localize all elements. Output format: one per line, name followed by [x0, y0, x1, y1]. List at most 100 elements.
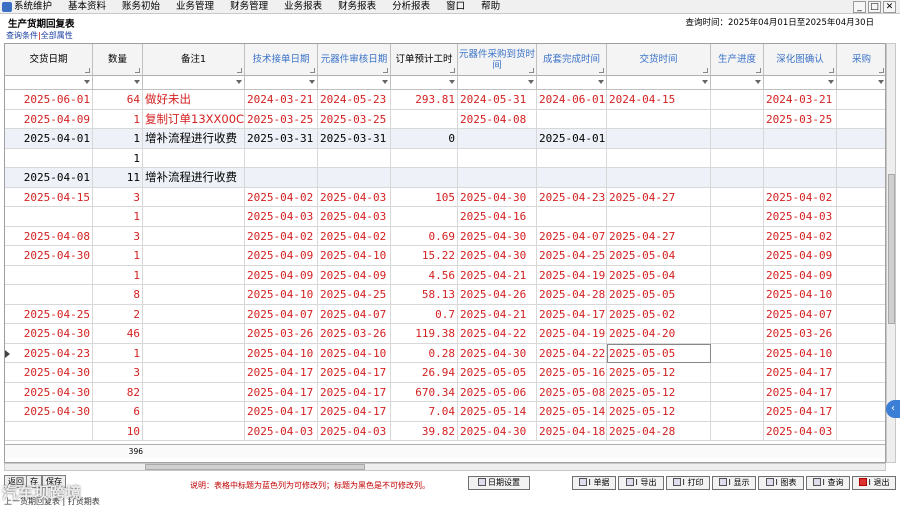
table-row[interactable]: 2025-04-15 3 2025-04-02 2025-04-03 105 2025-0… [5, 187, 885, 207]
cell-production-progress[interactable] [711, 90, 764, 110]
table-row[interactable]: 2025-04-01 11 增补流程进行收费 [5, 168, 885, 188]
cell-remark1[interactable]: 复制订单13XX00C [143, 109, 245, 129]
column-header-tech-order-date[interactable]: 技术接单日期 [245, 44, 318, 76]
cell-assembly-done-time[interactable]: 2025-04-19 [537, 324, 607, 344]
cell-component-arrival-time[interactable]: 2025-04-30 [458, 246, 537, 266]
cell-component-review-date[interactable]: 2025-04-10 [318, 246, 391, 266]
column-header-purchase[interactable]: 采购 [837, 44, 885, 76]
cell-production-progress[interactable] [711, 382, 764, 402]
cell-component-arrival-time[interactable]: 2025-04-21 [458, 304, 537, 324]
cell-production-progress[interactable] [711, 265, 764, 285]
cell-remark1[interactable] [143, 265, 245, 285]
cell-delivery-date[interactable]: 2025-04-01 [5, 129, 93, 149]
cell-delivery-date[interactable]: 2025-04-01 [5, 168, 93, 188]
cell-component-arrival-time[interactable]: 2024-05-31 [458, 90, 537, 110]
cell-est-work-hours[interactable]: 0 [391, 129, 458, 149]
cell-purchase[interactable] [837, 402, 885, 422]
cell-production-progress[interactable] [711, 363, 764, 383]
table-row[interactable]: 2025-04-08 3 2025-04-02 2025-04-02 0.69 2025-… [5, 226, 885, 246]
cell-component-review-date[interactable] [318, 168, 391, 188]
cell-assembly-done-time[interactable] [537, 168, 607, 188]
cell-drawing-confirm[interactable]: 2025-04-10 [764, 285, 837, 305]
cell-component-arrival-time[interactable]: 2025-04-30 [458, 421, 537, 441]
cell-est-work-hours[interactable]: 119.38 [391, 324, 458, 344]
cell-remark1[interactable] [143, 421, 245, 441]
column-filter-component-review-date[interactable] [318, 76, 391, 90]
horizontal-scrollbar[interactable] [4, 463, 886, 471]
cell-component-review-date[interactable]: 2025-04-17 [318, 382, 391, 402]
cell-remark1[interactable] [143, 402, 245, 422]
cell-drawing-confirm[interactable] [764, 168, 837, 188]
print-button[interactable]: I 打印 [666, 476, 710, 490]
cell-delivery-time[interactable]: 2025-05-12 [607, 382, 711, 402]
cell-assembly-done-time[interactable]: 2025-04-07 [537, 226, 607, 246]
cell-assembly-done-time[interactable]: 2025-04-01 [537, 129, 607, 149]
cell-purchase[interactable] [837, 383, 885, 402]
table-row[interactable]: 2025-04-30 1 2025-04-09 2025-04-10 15.22 2025… [5, 246, 885, 266]
cell-purchase[interactable] [837, 305, 885, 324]
cell-drawing-confirm[interactable]: 2025-04-09 [764, 265, 837, 285]
table-row[interactable]: 2025-04-30 82 2025-04-17 2025-04-17 670.34 20… [5, 382, 885, 402]
cell-tech-order-date[interactable]: 2025-04-17 [245, 363, 318, 383]
cell-purchase[interactable] [837, 363, 885, 383]
cell-delivery-date[interactable]: 2025-06-01 [5, 90, 93, 110]
column-header-remark1[interactable]: 备注1 [143, 44, 245, 76]
table-row[interactable]: 1 [5, 148, 885, 168]
cell-component-review-date[interactable]: 2025-04-09 [318, 265, 391, 285]
cell-tech-order-date[interactable]: 2025-04-02 [245, 187, 318, 207]
cell-est-work-hours[interactable]: 0.28 [391, 343, 458, 363]
cell-remark1[interactable] [143, 382, 245, 402]
cell-component-arrival-time[interactable]: 2025-05-06 [458, 382, 537, 402]
menu-item-window[interactable]: 窗口 [442, 0, 477, 14]
table-row[interactable]: 2025-06-01 64 做好未出 2024-03-21 2024-05-23 293.… [5, 90, 885, 110]
menu-item-finance-reports[interactable]: 财务报表 [334, 0, 388, 14]
cell-assembly-done-time[interactable]: 2025-04-23 [537, 187, 607, 207]
cell-purchase[interactable] [837, 266, 885, 285]
cell-delivery-date[interactable]: 2025-04-23 [5, 343, 93, 363]
cell-quantity[interactable]: 3 [93, 226, 143, 246]
cell-component-review-date[interactable]: 2025-04-25 [318, 285, 391, 305]
close-icon[interactable]: ✕ [883, 1, 896, 13]
cell-est-work-hours[interactable] [391, 168, 458, 188]
column-filter-delivery-time[interactable] [607, 76, 711, 90]
cell-delivery-time[interactable] [607, 109, 711, 129]
column-filter-delivery-date[interactable] [5, 76, 93, 90]
cell-est-work-hours[interactable]: 39.82 [391, 421, 458, 441]
cell-component-arrival-time[interactable]: 2025-04-22 [458, 324, 537, 344]
cell-assembly-done-time[interactable] [537, 109, 607, 129]
cell-delivery-date[interactable] [5, 285, 93, 305]
cell-delivery-time[interactable]: 2025-05-04 [607, 246, 711, 266]
cell-quantity[interactable]: 1 [93, 148, 143, 168]
cell-remark1[interactable] [143, 343, 245, 363]
column-filter-est-work-hours[interactable] [391, 76, 458, 90]
cell-delivery-date[interactable] [5, 421, 93, 441]
cell-component-review-date[interactable]: 2025-04-03 [318, 421, 391, 441]
menu-item-help[interactable]: 帮助 [477, 0, 512, 14]
table-row[interactable]: 2025-04-09 1 复制订单13XX00C 2025-03-25 2025-03-… [5, 109, 885, 129]
cell-delivery-date[interactable]: 2025-04-08 [5, 226, 93, 246]
cell-purchase[interactable] [837, 227, 885, 246]
cell-component-arrival-time[interactable]: 2025-05-05 [458, 363, 537, 383]
cell-quantity[interactable]: 1 [93, 129, 143, 149]
cell-delivery-date[interactable]: 2025-04-30 [5, 324, 93, 344]
cell-drawing-confirm[interactable]: 2025-04-17 [764, 363, 837, 383]
cell-tech-order-date[interactable]: 2025-03-31 [245, 129, 318, 149]
cell-quantity[interactable]: 3 [93, 363, 143, 383]
cell-production-progress[interactable] [711, 343, 764, 363]
cell-purchase[interactable] [837, 168, 885, 188]
cell-quantity[interactable]: 1 [93, 246, 143, 266]
cell-est-work-hours[interactable]: 4.56 [391, 265, 458, 285]
cell-remark1[interactable] [143, 324, 245, 344]
cell-drawing-confirm[interactable]: 2025-04-02 [764, 226, 837, 246]
cell-remark1[interactable]: 做好未出 [143, 90, 245, 110]
horizontal-scroll-thumb[interactable] [145, 464, 365, 470]
chart-button[interactable]: I 图表 [758, 476, 804, 490]
cell-delivery-time[interactable] [607, 129, 711, 149]
column-filter-tech-order-date[interactable] [245, 76, 318, 90]
column-filter-quantity[interactable] [93, 76, 143, 90]
column-filter-production-progress[interactable] [711, 76, 764, 90]
cell-remark1[interactable] [143, 285, 245, 305]
cell-assembly-done-time[interactable]: 2025-05-16 [537, 363, 607, 383]
vertical-scroll-thumb[interactable] [888, 174, 895, 324]
cell-quantity[interactable]: 1 [93, 207, 143, 227]
